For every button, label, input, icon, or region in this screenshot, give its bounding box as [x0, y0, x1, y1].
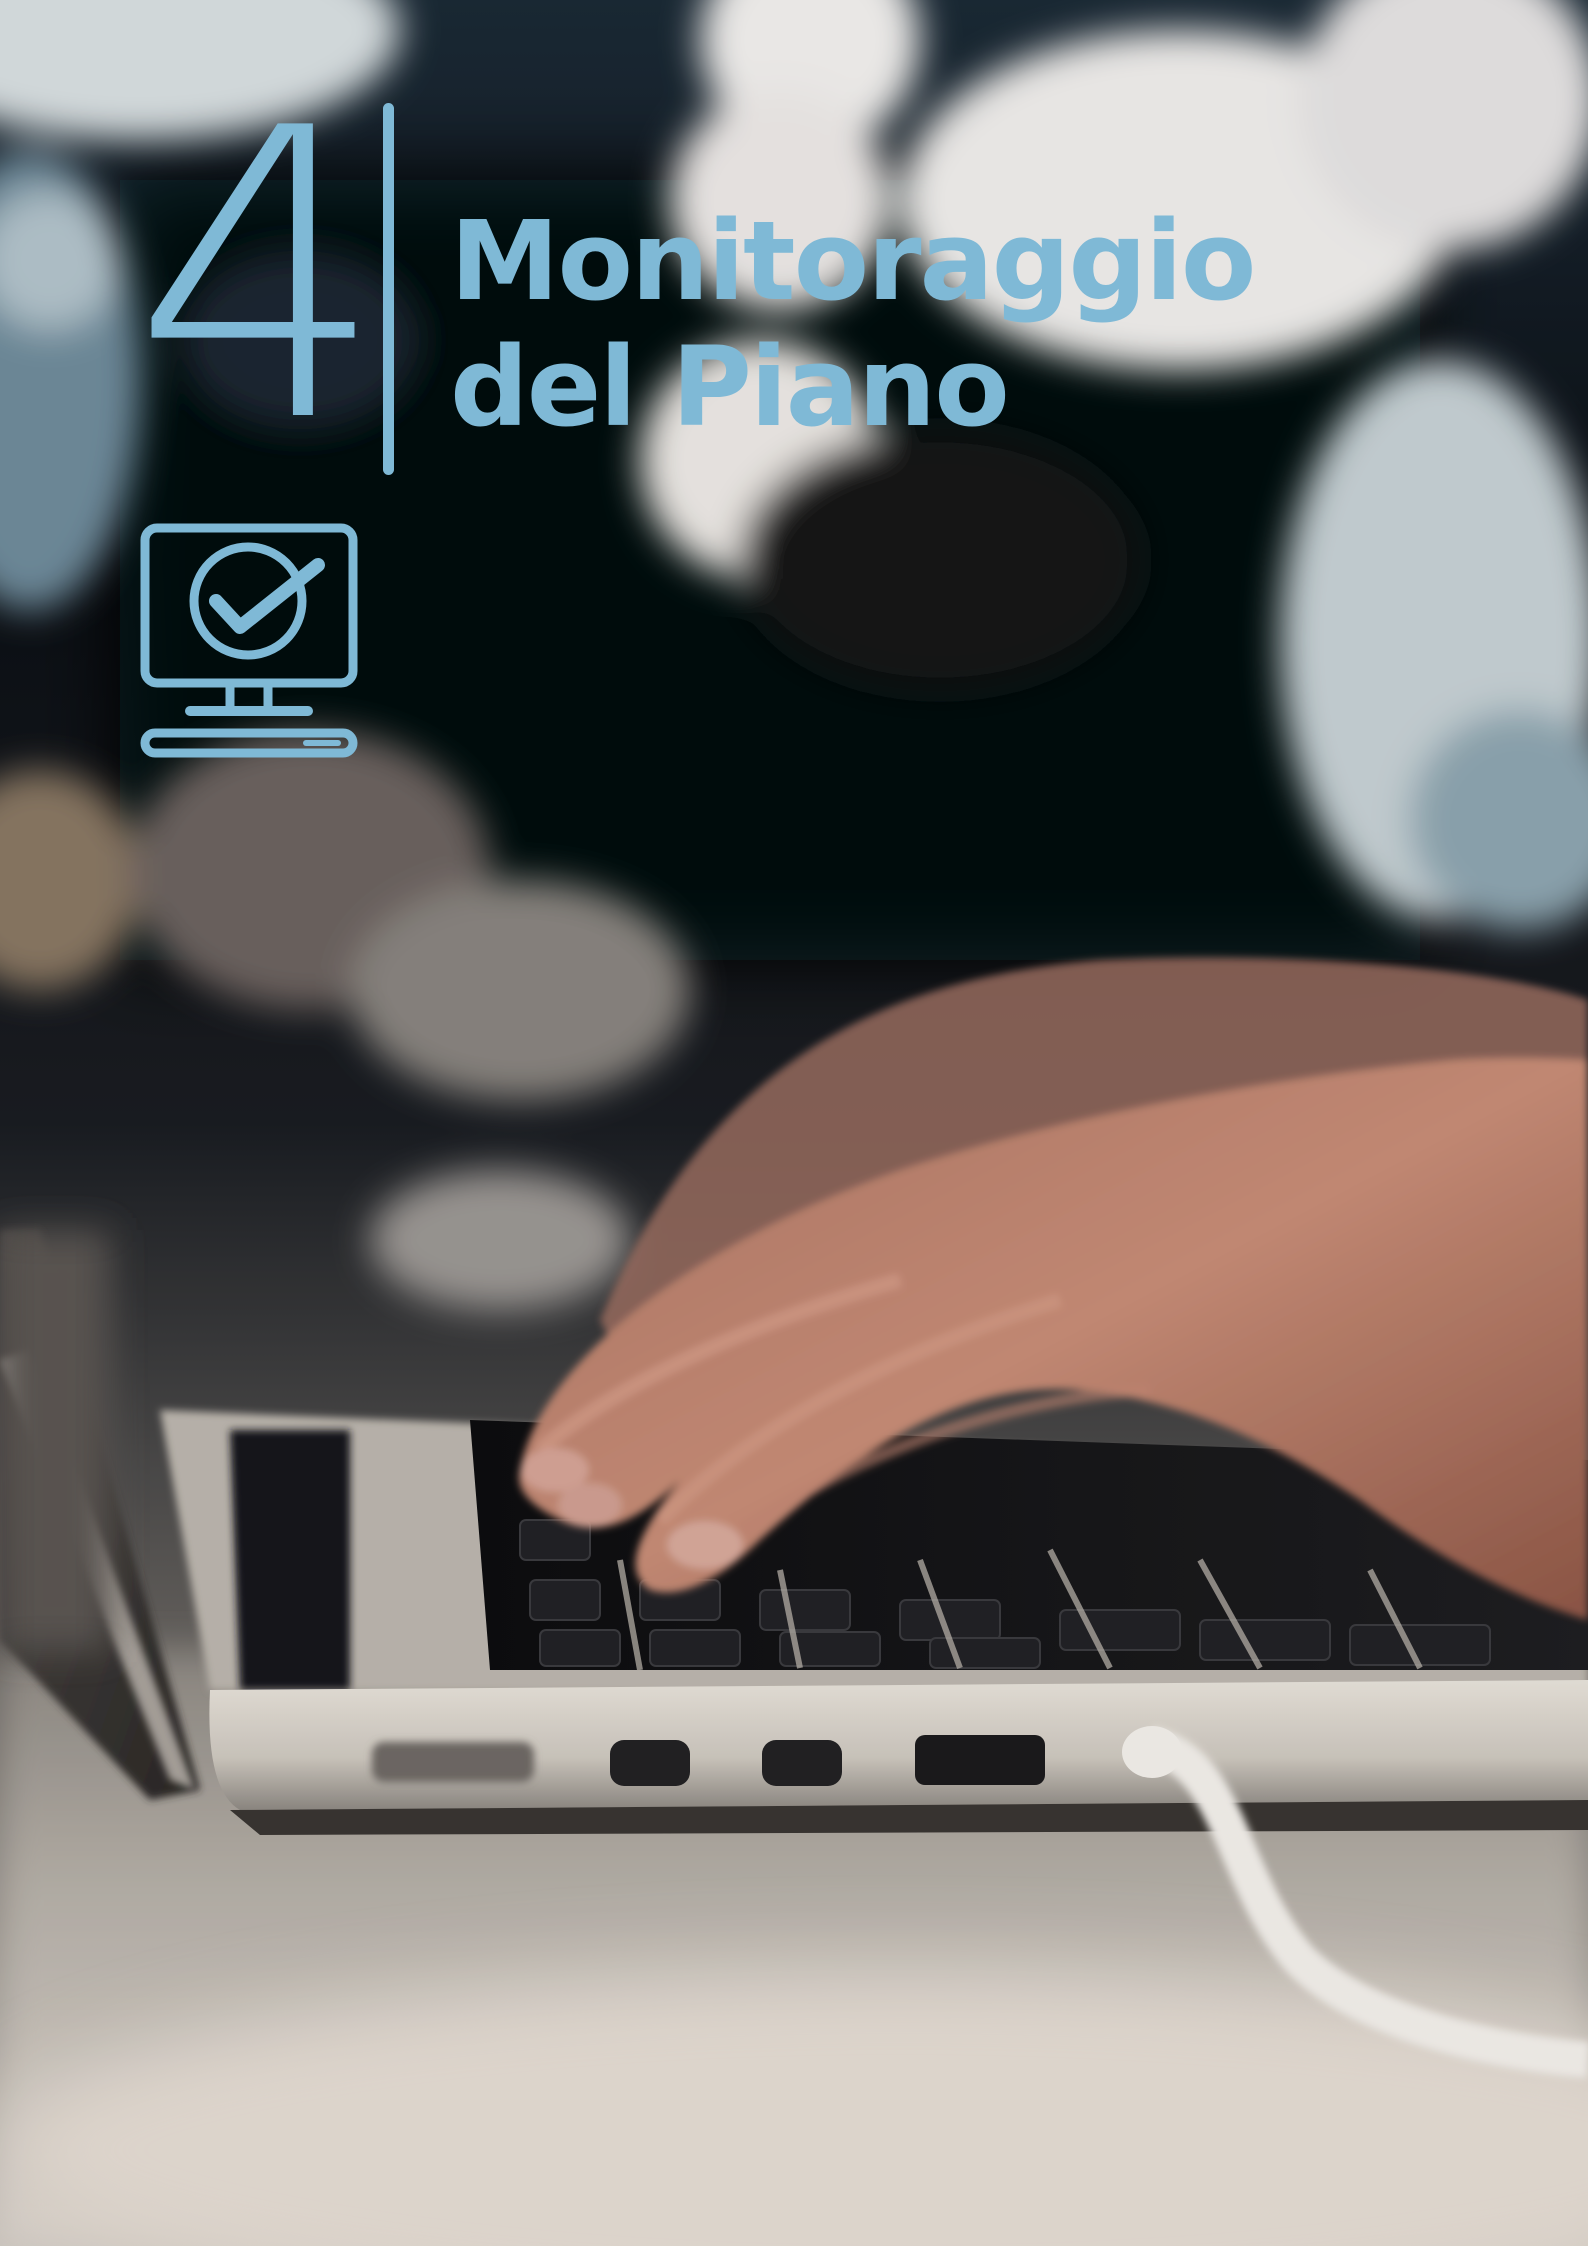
- monitor-check-icon: [140, 523, 358, 758]
- chapter-title: Monitoraggio del Piano: [450, 197, 1256, 451]
- chapter-title-line-1: Monitoraggio: [450, 197, 1256, 325]
- chapter-number: 4: [132, 45, 386, 510]
- chapter-cover-page: 4 Monitoraggio del Piano: [0, 0, 1588, 2246]
- chapter-title-line-2: del Piano: [450, 323, 1010, 451]
- chapter-divider: [383, 103, 394, 475]
